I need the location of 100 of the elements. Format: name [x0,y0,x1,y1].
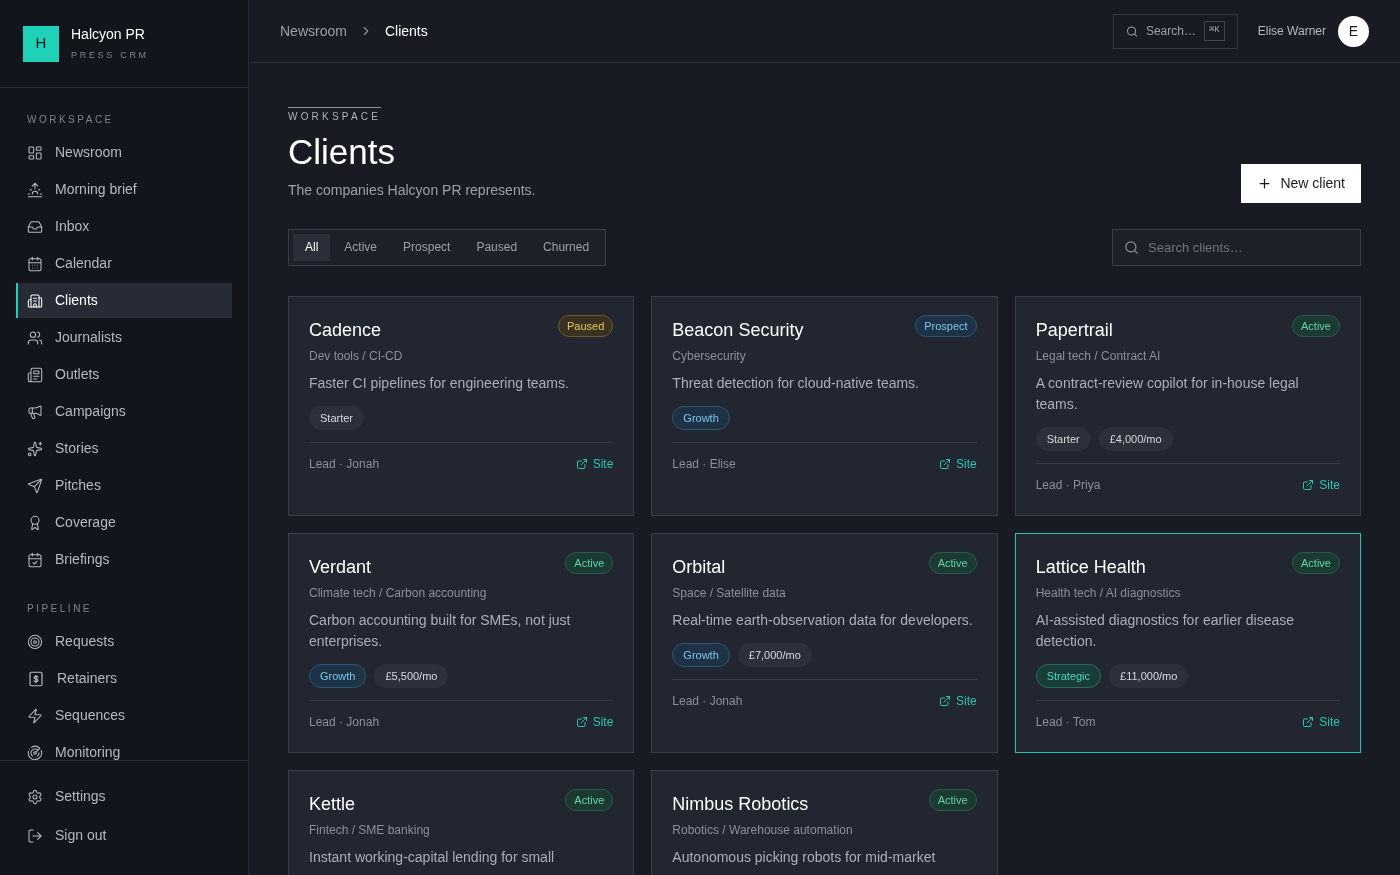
nav-item[interactable]: Clients [16,283,232,318]
client-card[interactable]: Lattice Health Active Health tech / AI diagnostics AI-assisted diagnostics for earlier disease detection. Strategic £11,000/mo Lead · Tom Site [1014,532,1361,753]
site-link[interactable]: Site [938,455,977,474]
search-icon [1125,24,1138,38]
tag: £7,000/mo [737,642,812,668]
client-category: Fintech / SME banking [309,821,431,839]
new-client-button[interactable]: New client [1241,163,1361,203]
plus-icon [1257,175,1273,191]
inbox-icon [27,218,43,235]
page-title: Clients [288,131,395,173]
shortcut-key: ⌘K [1203,21,1225,41]
lead-name: Lead · Priya [1035,477,1101,495]
tag: Growth [672,405,730,431]
dashboard-icon [27,144,43,161]
brand-name: Halcyon PR [71,25,146,45]
nav-item[interactable]: Inbox [16,209,232,244]
filter-tab[interactable]: Paused [464,233,530,261]
brand-tagline: PRESS CRM [71,49,149,63]
nav-item[interactable]: Outlets [16,357,232,392]
client-card[interactable]: Verdant Active Climate tech / Carbon accounting Carbon accounting built for SMEs, not just enterprises. Growth £5,500/mo Lead · Jonah Site [288,532,635,753]
tag: Starter [1035,426,1091,452]
client-card[interactable]: Kettle Active Fintech / SME banking Instant working-capital lending for small [288,769,635,875]
sunrise-icon [27,181,43,198]
client-description: Instant working-capital lending for small [309,847,556,867]
filter-tab[interactable]: Prospect [391,233,463,261]
client-name: Kettle [309,792,356,816]
sparkles-icon [27,440,43,457]
lead-name: Lead · Jonah [309,714,380,732]
client-card[interactable]: Papertrail Active Legal tech / Contract AI A contract-review copilot for in-house legal teams. Starter £4,000/mo Lead · Priya Site [1014,295,1361,516]
nav-item[interactable]: Requests [16,624,232,659]
client-card[interactable]: Orbital Active Space / Satellite data Real-time earth-observation data for developers. Growth £7,000/mo Lead · Jonah Site [651,532,998,753]
section-heading: WORKSPACE [26,113,115,127]
lightning-icon [27,707,43,724]
settings-icon [27,788,43,805]
nav-item[interactable]: Sign out [16,818,232,853]
building-icon [27,292,43,309]
nav-item[interactable]: Briefings [16,542,232,577]
client-description: Carbon accounting built for SMEs, not just enterprises. [309,610,572,651]
status-badge: Active [1292,551,1340,575]
site-link[interactable]: Site [938,692,977,711]
client-description: Real-time earth-observation data for developers. [672,610,974,630]
site-link[interactable]: Site [1302,713,1340,732]
filter-tab[interactable]: Active [332,233,390,261]
tag: £5,500/mo [374,663,449,689]
dollar-icon [27,669,45,688]
client-name: Orbital [672,555,726,579]
tag: Growth [672,642,730,668]
nav-item[interactable]: Stories [16,431,232,466]
site-link[interactable]: Site [575,455,614,474]
user-name: Elise Warner [1257,23,1326,40]
external-link-icon [1302,479,1315,492]
nav-item[interactable]: Campaigns [16,394,232,429]
send-icon [27,477,43,494]
client-name: Verdant [309,555,372,579]
newspaper-icon [27,366,43,383]
status-badge: Active [565,551,614,575]
search-button[interactable]: Search… ⌘K [1112,13,1238,49]
nav-item[interactable]: Pitches [16,468,232,503]
client-category: Legal tech / Contract AI [1035,347,1162,365]
calendar-check-icon [27,551,43,568]
client-card[interactable]: Nimbus Robotics Active Robotics / Warehouse automation Autonomous picking robots for mid-market [651,769,998,875]
lead-name: Lead · Tom [1035,714,1096,732]
status-badge: Prospect [915,314,977,338]
nav-item[interactable]: Coverage [16,505,232,540]
breadcrumb-item[interactable]: Newsroom [280,20,347,42]
filter-tab[interactable]: Churned [531,233,602,261]
section-heading: PIPELINE [26,602,94,616]
client-category: Health tech / AI diagnostics [1035,584,1182,602]
nav-item[interactable]: Calendar [16,246,232,281]
client-card[interactable]: Cadence Paused Dev tools / CI-CD Faster CI pipelines for engineering teams. Starter Lead · Jonah Site [288,295,635,516]
client-name: Beacon Security [672,318,804,342]
client-name: Nimbus Robotics [672,792,809,816]
nav-item[interactable]: Sequences [16,698,232,733]
users-icon [27,329,43,346]
nav-item[interactable]: Retainers [16,661,232,696]
client-category: Cybersecurity [672,347,747,365]
client-card[interactable]: Beacon Security Prospect Cybersecurity Threat detection for cloud-native teams. Growth Lead · Elise Site [651,295,998,516]
status-badge: Active [1292,314,1340,338]
site-link[interactable]: Site [1302,476,1340,495]
nav-item[interactable]: Journalists [16,320,232,355]
client-description: Threat detection for cloud-native teams. [672,373,920,393]
status-badge: Active [565,788,614,812]
lead-name: Lead · Elise [672,456,736,474]
search-field[interactable]: Search clients… [1112,228,1361,266]
client-category: Robotics / Warehouse automation [672,821,854,839]
client-name: Papertrail [1035,318,1113,342]
calendar-icon [27,255,43,272]
tag: £11,000/mo [1109,663,1189,689]
avatar[interactable]: E [1338,15,1369,47]
client-description: A contract-review copilot for in-house legal teams. [1035,373,1300,414]
nav-item[interactable]: Monitoring [16,735,232,760]
page-eyebrow: WORKSPACE [288,107,382,124]
nav-item[interactable]: Newsroom [16,135,232,170]
client-category: Dev tools / CI-CD [309,347,404,365]
megaphone-icon [27,403,43,420]
site-link[interactable]: Site [575,713,614,732]
nav-item[interactable]: Morning brief [16,172,232,207]
nav-item[interactable]: Settings [16,779,232,814]
target-icon [27,633,43,650]
filter-tab[interactable]: All [293,233,331,261]
